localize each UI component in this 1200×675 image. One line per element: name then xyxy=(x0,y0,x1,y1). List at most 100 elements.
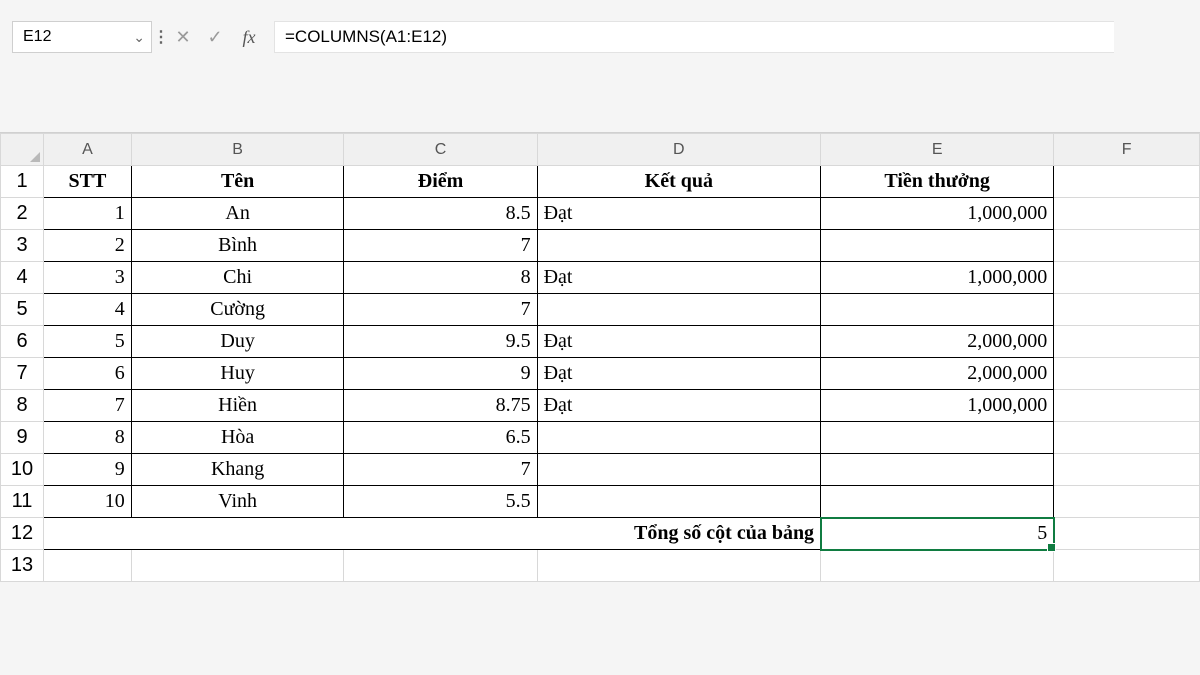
col-header[interactable]: D xyxy=(537,134,820,166)
cell[interactable]: Hòa xyxy=(131,422,344,454)
col-header[interactable]: C xyxy=(344,134,537,166)
cell[interactable]: 7 xyxy=(344,454,537,486)
cell[interactable]: 1,000,000 xyxy=(821,262,1054,294)
cancel-x-icon[interactable]: ✕ xyxy=(170,24,196,50)
cell[interactable] xyxy=(821,230,1054,262)
row-header[interactable]: 12 xyxy=(1,518,44,550)
cell[interactable]: An xyxy=(131,198,344,230)
cell[interactable] xyxy=(1054,390,1200,422)
cell[interactable] xyxy=(1054,230,1200,262)
col-header[interactable]: B xyxy=(131,134,344,166)
cell[interactable]: 8 xyxy=(344,262,537,294)
row-header[interactable]: 5 xyxy=(1,294,44,326)
cell[interactable]: 5.5 xyxy=(344,486,537,518)
cell[interactable]: 9 xyxy=(344,358,537,390)
cell-B1[interactable]: Tên xyxy=(131,166,344,198)
cell[interactable]: 1 xyxy=(44,198,132,230)
cell[interactable]: Hiền xyxy=(131,390,344,422)
row-header[interactable]: 10 xyxy=(1,454,44,486)
row-header[interactable]: 9 xyxy=(1,422,44,454)
cell-E1[interactable]: Tiền thưởng xyxy=(821,166,1054,198)
cell[interactable]: 8.75 xyxy=(344,390,537,422)
cell[interactable]: 9.5 xyxy=(344,326,537,358)
cell[interactable]: 3 xyxy=(44,262,132,294)
cell[interactable] xyxy=(537,294,820,326)
cell-C1[interactable]: Điểm xyxy=(344,166,537,198)
fx-icon[interactable]: fx xyxy=(234,24,264,50)
cell[interactable] xyxy=(1054,294,1200,326)
cell[interactable]: 10 xyxy=(44,486,132,518)
cell-A1[interactable]: STT xyxy=(44,166,132,198)
row-header[interactable]: 2 xyxy=(1,198,44,230)
row-header[interactable]: 11 xyxy=(1,486,44,518)
row-header[interactable]: 1 xyxy=(1,166,44,198)
cell[interactable]: 7 xyxy=(44,390,132,422)
cell[interactable]: 6.5 xyxy=(344,422,537,454)
cell[interactable]: 8.5 xyxy=(344,198,537,230)
cell[interactable]: 7 xyxy=(344,294,537,326)
cell[interactable] xyxy=(1054,326,1200,358)
cell-E12[interactable]: 5 xyxy=(821,518,1054,550)
cell-summary-label[interactable]: Tổng số cột của bảng xyxy=(44,518,821,550)
cell[interactable]: Đạt xyxy=(537,390,820,422)
cell[interactable] xyxy=(537,422,820,454)
cell[interactable]: Chi xyxy=(131,262,344,294)
enter-check-icon[interactable]: ✓ xyxy=(202,24,228,50)
cell[interactable] xyxy=(1054,454,1200,486)
select-all-corner[interactable] xyxy=(1,134,44,166)
cell[interactable] xyxy=(537,454,820,486)
row-header[interactable]: 13 xyxy=(1,550,44,582)
cell[interactable]: Khang xyxy=(131,454,344,486)
cell[interactable]: Bình xyxy=(131,230,344,262)
cell[interactable]: Cường xyxy=(131,294,344,326)
cell[interactable]: Đạt xyxy=(537,198,820,230)
cell[interactable] xyxy=(821,550,1054,582)
cell[interactable] xyxy=(821,454,1054,486)
cell[interactable] xyxy=(821,486,1054,518)
cell[interactable]: 7 xyxy=(344,230,537,262)
cell[interactable]: 1,000,000 xyxy=(821,390,1054,422)
cell[interactable]: Vinh xyxy=(131,486,344,518)
row-header[interactable]: 3 xyxy=(1,230,44,262)
cell[interactable]: 6 xyxy=(44,358,132,390)
cell-F1[interactable] xyxy=(1054,166,1200,198)
cell[interactable] xyxy=(821,294,1054,326)
cell[interactable]: 8 xyxy=(44,422,132,454)
cell[interactable] xyxy=(1054,486,1200,518)
row-header[interactable]: 6 xyxy=(1,326,44,358)
cell[interactable]: 2,000,000 xyxy=(821,326,1054,358)
cell[interactable]: 5 xyxy=(44,326,132,358)
row-header[interactable]: 4 xyxy=(1,262,44,294)
cell[interactable] xyxy=(1054,198,1200,230)
cell-D1[interactable]: Kết quả xyxy=(537,166,820,198)
col-header[interactable]: A xyxy=(44,134,132,166)
cell[interactable] xyxy=(821,422,1054,454)
cell[interactable] xyxy=(344,550,537,582)
cell[interactable]: Duy xyxy=(131,326,344,358)
cell[interactable] xyxy=(131,550,344,582)
cell[interactable]: 4 xyxy=(44,294,132,326)
row-header[interactable]: 8 xyxy=(1,390,44,422)
spreadsheet-grid[interactable]: A B C D E F 1 STT Tên Điểm Kết quả Tiền … xyxy=(0,132,1200,582)
cell[interactable] xyxy=(1054,262,1200,294)
cell[interactable] xyxy=(537,486,820,518)
formula-input[interactable]: =COLUMNS(A1:E12) xyxy=(274,21,1114,53)
cell[interactable]: Đạt xyxy=(537,326,820,358)
cell[interactable] xyxy=(537,550,820,582)
cell[interactable]: Đạt xyxy=(537,358,820,390)
cell[interactable]: 9 xyxy=(44,454,132,486)
chevron-down-icon[interactable]: ⌄ xyxy=(133,29,145,46)
cell[interactable] xyxy=(537,230,820,262)
cell[interactable] xyxy=(1054,518,1200,550)
cell[interactable]: 2 xyxy=(44,230,132,262)
cell[interactable] xyxy=(1054,422,1200,454)
col-header[interactable]: E xyxy=(821,134,1054,166)
cell[interactable]: Đạt xyxy=(537,262,820,294)
row-header[interactable]: 7 xyxy=(1,358,44,390)
cell[interactable]: 1,000,000 xyxy=(821,198,1054,230)
cell[interactable] xyxy=(44,550,132,582)
cell[interactable] xyxy=(1054,358,1200,390)
cell[interactable] xyxy=(1054,550,1200,582)
cell[interactable]: 2,000,000 xyxy=(821,358,1054,390)
name-box[interactable]: E12 ⌄ xyxy=(12,21,152,53)
